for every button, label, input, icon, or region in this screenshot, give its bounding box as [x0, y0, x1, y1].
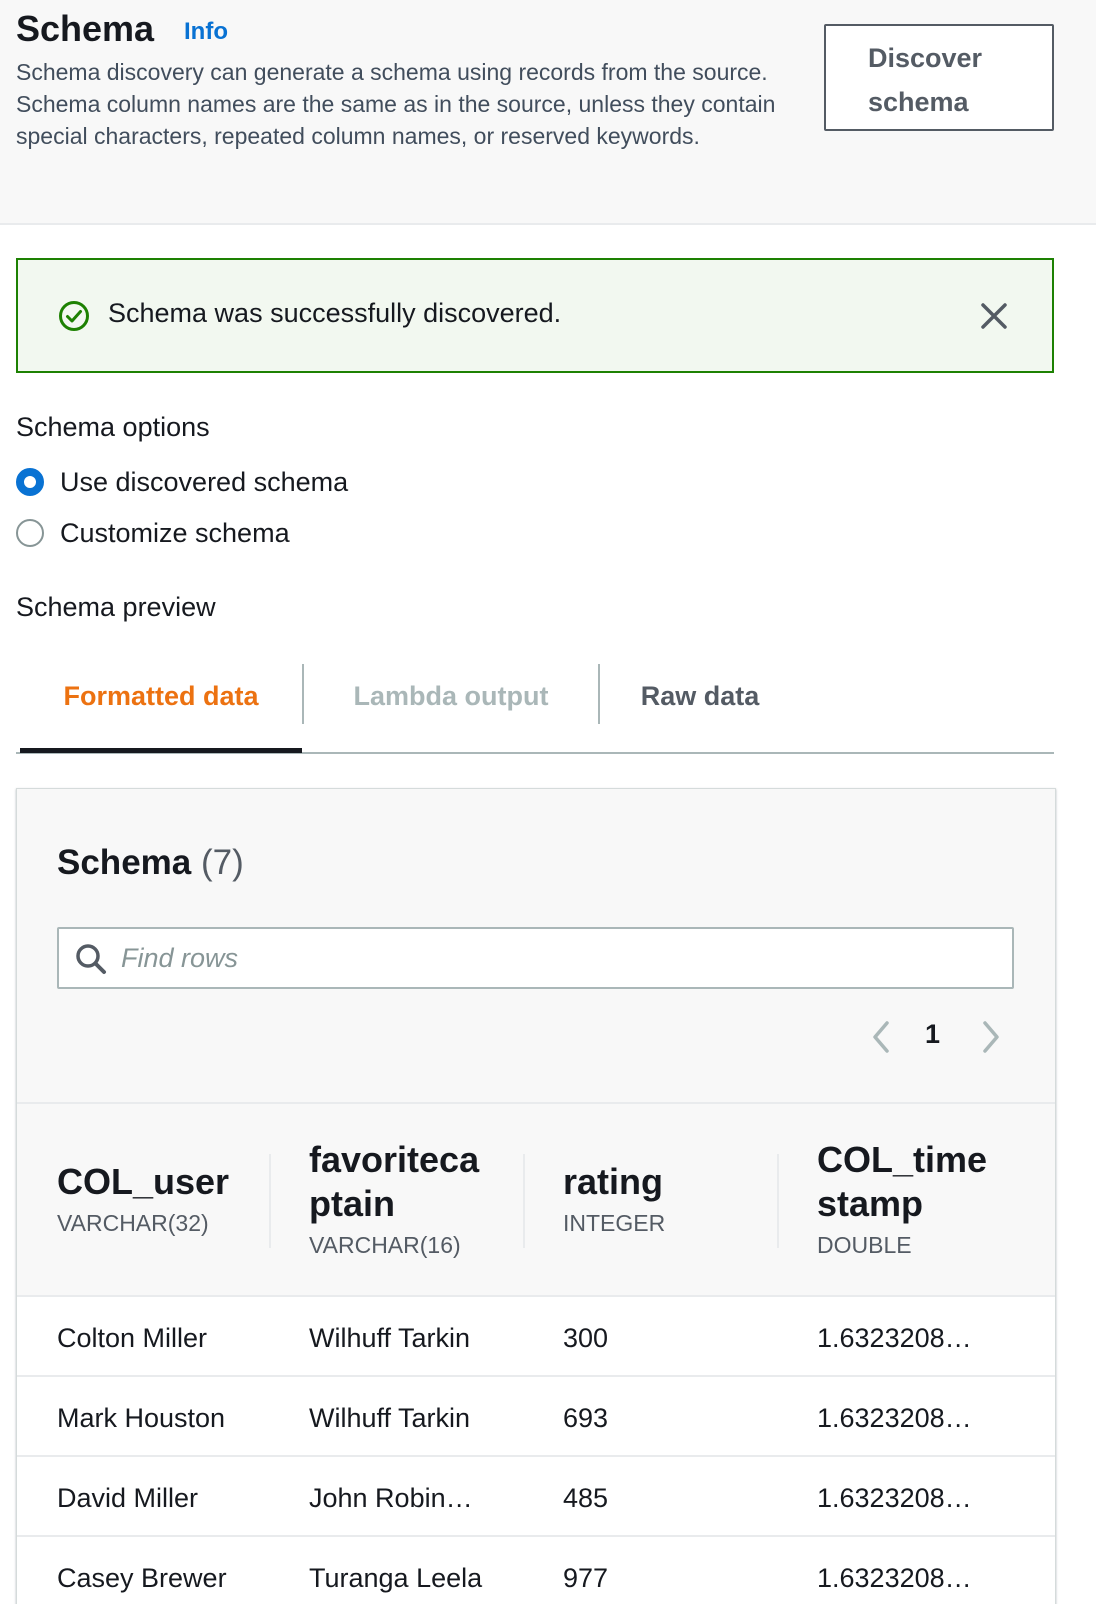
table-cell: 977: [563, 1563, 609, 1593]
schema-header: Schema Info Schema discovery can generat…: [0, 0, 1096, 225]
chevron-right-icon[interactable]: [979, 1019, 1003, 1055]
schema-preview-label: Schema preview: [16, 592, 216, 622]
column-divider: [777, 1154, 779, 1248]
column-divider: [269, 1154, 271, 1248]
table-row: David Miller John Robin… 485 1.6323208…: [17, 1457, 1055, 1537]
discover-schema-button[interactable]: Discover schema: [824, 24, 1054, 131]
column-type: INTEGER: [563, 1210, 666, 1236]
table-cell: 1.6323208…: [817, 1483, 972, 1513]
discover-button-label-line2: schema: [868, 87, 969, 117]
radio-label: Customize schema: [60, 517, 290, 548]
close-icon[interactable]: [978, 300, 1010, 332]
flash-message: Schema was successfully discovered.: [108, 298, 562, 328]
table-cell: Wilhuff Tarkin: [309, 1403, 471, 1433]
chevron-left-icon[interactable]: [869, 1019, 893, 1055]
column-header-col-user[interactable]: COL_user VARCHAR(32): [57, 1104, 267, 1297]
column-header-rating[interactable]: rating INTEGER: [563, 1104, 763, 1297]
find-rows-field[interactable]: [57, 927, 1014, 989]
table-cell: 1.6323208…: [817, 1403, 972, 1433]
table-title: Schema (7): [57, 843, 244, 883]
column-type: VARCHAR(32): [57, 1210, 209, 1236]
table-cell: David Miller: [57, 1483, 199, 1513]
table-cell: 1.6323208…: [817, 1563, 972, 1593]
schema-options-label: Schema options: [16, 412, 210, 442]
preview-tabs: Formatted data Lambda output Raw data: [16, 664, 1054, 754]
tab-formatted-data[interactable]: Formatted data: [20, 664, 302, 754]
page-title: Schema: [16, 8, 155, 49]
radio-selected-icon[interactable]: [16, 468, 44, 496]
find-rows-input[interactable]: [121, 937, 991, 979]
column-header-col-timestamp[interactable]: COL_time stamp DOUBLE: [817, 1104, 1037, 1297]
column-name: favoriteca: [309, 1139, 480, 1180]
table-row: Mark Houston Wilhuff Tarkin 693 1.632320…: [17, 1377, 1055, 1457]
table-cell: Casey Brewer: [57, 1563, 227, 1593]
pagination: 1: [17, 1017, 1055, 1057]
schema-description: Schema discovery can generate a schema u…: [16, 59, 776, 149]
table-row: Casey Brewer Turanga Leela 977 1.6323208…: [17, 1537, 1055, 1604]
table-head: COL_user VARCHAR(32) favoriteca ptain VA…: [17, 1104, 1055, 1297]
column-name: COL_user: [57, 1161, 230, 1202]
table-header-area: Schema (7) 1: [17, 789, 1055, 1104]
table-cell: 693: [563, 1403, 609, 1433]
column-divider: [523, 1154, 525, 1248]
current-page[interactable]: 1: [925, 1019, 940, 1050]
tab-lambda-output[interactable]: Lambda output: [304, 664, 598, 754]
column-type: VARCHAR(16): [309, 1232, 461, 1258]
column-name-continued: ptain: [309, 1183, 395, 1224]
table-row: Colton Miller Wilhuff Tarkin 300 1.63232…: [17, 1297, 1055, 1377]
table-cell: 1.6323208…: [817, 1323, 972, 1353]
radio-label: Use discovered schema: [60, 466, 349, 497]
success-check-icon: [59, 301, 89, 331]
column-name: COL_time: [817, 1139, 988, 1180]
table-cell: John Robin…: [309, 1483, 473, 1513]
search-icon: [76, 944, 106, 974]
table-cell: 300: [563, 1323, 609, 1353]
tab-raw-data[interactable]: Raw data: [600, 664, 800, 754]
table-cell: Mark Houston: [57, 1403, 226, 1433]
info-link[interactable]: Info: [184, 18, 228, 46]
success-flashbar: Schema was successfully discovered.: [16, 258, 1054, 373]
table-cell: 485: [563, 1483, 609, 1513]
discover-button-label-line1: Discover: [868, 43, 983, 73]
radio-use-discovered-schema[interactable]: Use discovered schema: [16, 465, 348, 499]
column-name: rating: [563, 1161, 664, 1202]
column-name-continued: stamp: [817, 1183, 924, 1224]
radio-unselected-icon[interactable]: [16, 519, 44, 547]
active-tab-indicator: [20, 748, 302, 753]
schema-table-container: Schema (7) 1 COL_user VARCHAR(32): [16, 788, 1056, 1604]
table-cell: Wilhuff Tarkin: [309, 1323, 471, 1353]
table-count: (7): [200, 843, 244, 882]
table-title-text: Schema: [57, 843, 192, 882]
table-cell: Colton Miller: [57, 1323, 208, 1353]
table-cell: Turanga Leela: [309, 1563, 483, 1593]
column-type: DOUBLE: [817, 1232, 912, 1258]
column-header-favoritecaptain[interactable]: favoriteca ptain VARCHAR(16): [309, 1104, 529, 1297]
radio-customize-schema[interactable]: Customize schema: [16, 516, 290, 550]
